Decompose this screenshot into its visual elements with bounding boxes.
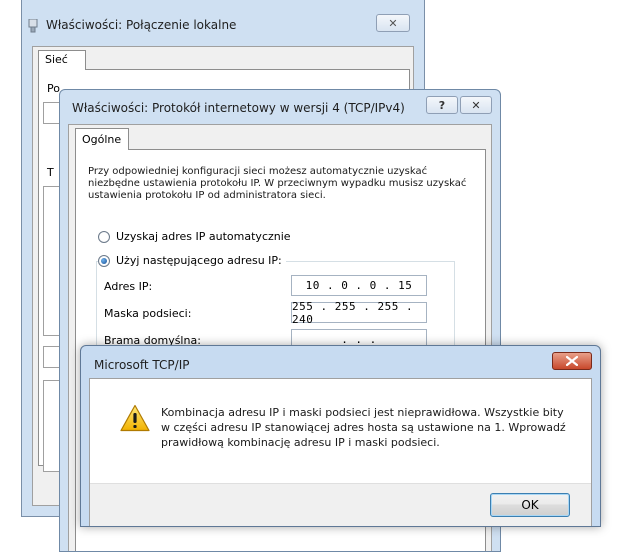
help-button[interactable]: ? <box>426 96 458 114</box>
partial-label: T <box>47 166 54 179</box>
subnet-mask-input[interactable]: 255 . 255 . 255 . 240 <box>291 300 427 326</box>
close-icon <box>566 356 578 366</box>
connection-properties-close-button[interactable]: ✕ <box>376 14 410 32</box>
error-message: Kombinacja adresu IP i maski podsieci je… <box>161 406 566 449</box>
ok-button[interactable]: OK <box>490 493 570 517</box>
ip-settings-description: Przy odpowiedniej konfiguracji sieci moż… <box>88 166 467 201</box>
close-icon: ✕ <box>471 98 481 112</box>
ipv4-properties-title: Właściwości: Protokół internetowy w wers… <box>72 101 405 115</box>
radio-auto-label: Uzyskaj adres IP automatycznie <box>116 230 291 243</box>
help-icon: ? <box>438 98 446 112</box>
radio-manual-label: Użyj następującego adresu IP: <box>116 254 282 267</box>
ip-address-input[interactable]: 10 . 0 . 0 . 15 <box>291 275 427 296</box>
error-dialog-title: Microsoft TCP/IP <box>94 358 190 372</box>
radio-button-unselected[interactable] <box>98 230 110 243</box>
tcpip-error-dialog: Microsoft TCP/IP Kombinacja adresu IP i … <box>80 345 601 527</box>
warning-icon <box>120 404 150 432</box>
radio-use-following-ip[interactable]: Użyj następującego adresu IP: <box>98 254 285 267</box>
ip-address-label: Adres IP: <box>104 280 153 293</box>
partial-label: Po <box>47 82 60 95</box>
radio-obtain-ip-automatically[interactable]: Uzyskaj adres IP automatycznie <box>98 230 291 243</box>
error-dialog-close-button[interactable] <box>552 352 592 370</box>
error-dialog-footer: OK <box>90 483 591 526</box>
radio-button-selected[interactable] <box>98 254 110 267</box>
subnet-mask-label: Maska podsieci: <box>104 307 192 320</box>
connection-properties-title: Właściwości: Połączenie lokalne <box>46 18 237 32</box>
close-icon: ✕ <box>388 16 398 30</box>
ipv4-close-button[interactable]: ✕ <box>460 96 492 114</box>
tab-network[interactable]: Sieć <box>38 50 86 70</box>
network-adapter-icon <box>28 19 38 33</box>
tab-general[interactable]: Ogólne <box>75 128 129 150</box>
